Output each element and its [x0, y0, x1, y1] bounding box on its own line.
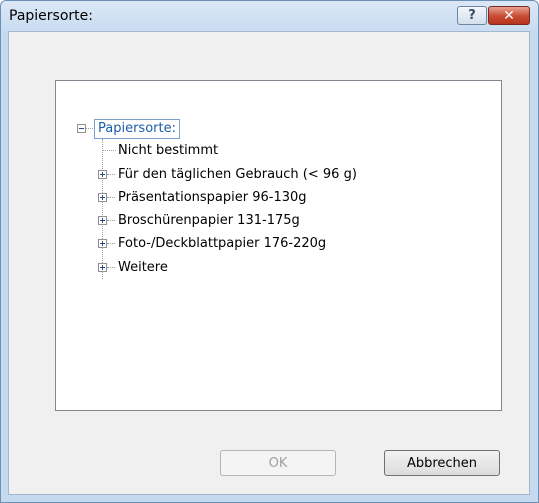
tree-item-weitere[interactable]: Weitere [118, 259, 168, 275]
cancel-button[interactable]: Abbrechen [384, 450, 500, 476]
papiersorte-dialog: Papiersorte: ? ✕ Papiersorte: Nicht best… [0, 0, 539, 503]
tree-connector [103, 150, 116, 151]
close-button[interactable]: ✕ [488, 6, 530, 25]
tree-item-foto-deckblattpapier[interactable]: Foto-/Deckblattpapier 176-220g [118, 235, 326, 251]
collapse-icon[interactable] [77, 124, 86, 133]
dialog-body: Papiersorte: Nicht bestimmt Für den tägl… [8, 31, 530, 495]
tree-connector [107, 220, 115, 221]
tree-item-taeglicher-gebrauch[interactable]: Für den täglichen Gebrauch (< 96 g) [118, 166, 357, 182]
expand-icon[interactable] [98, 170, 107, 179]
tree-item-broschuerenpapier[interactable]: Broschürenpapier 131-175g [118, 212, 300, 228]
expand-icon[interactable] [98, 193, 107, 202]
help-button[interactable]: ? [457, 6, 487, 25]
tree-root-item[interactable]: Papiersorte: [94, 119, 180, 139]
tree-item-label: Broschürenpapier 131-175g [118, 212, 300, 228]
tree-connector [107, 267, 115, 268]
tree-item-label: Foto-/Deckblattpapier 176-220g [118, 235, 327, 251]
help-icon: ? [468, 8, 476, 23]
tree-connector [107, 243, 115, 244]
expand-icon[interactable] [98, 239, 107, 248]
tree-connector [86, 128, 93, 129]
tree-item-praesentationspapier[interactable]: Präsentationspapier 96-130g [118, 189, 307, 205]
tree-connector [102, 139, 103, 279]
tree-connector [107, 174, 115, 175]
window-title: Papiersorte: [9, 8, 93, 24]
title-bar[interactable]: Papiersorte: ? ✕ [1, 1, 538, 31]
close-icon: ✕ [503, 7, 515, 24]
tree-item-label: Für den täglichen Gebrauch (< 96 g) [118, 166, 357, 182]
tree-item-label: Nicht bestimmt [118, 142, 219, 158]
expand-icon[interactable] [98, 216, 107, 225]
tree-item-label: Weitere [118, 259, 168, 275]
tree-item-label: Präsentationspapier 96-130g [118, 189, 307, 205]
expand-icon[interactable] [98, 263, 107, 272]
tree-item-nicht-bestimmt[interactable]: Nicht bestimmt [118, 142, 218, 158]
ok-button[interactable]: OK [220, 450, 336, 476]
paper-type-tree[interactable]: Papiersorte: Nicht bestimmt Für den tägl… [55, 80, 502, 411]
tree-connector [107, 197, 115, 198]
